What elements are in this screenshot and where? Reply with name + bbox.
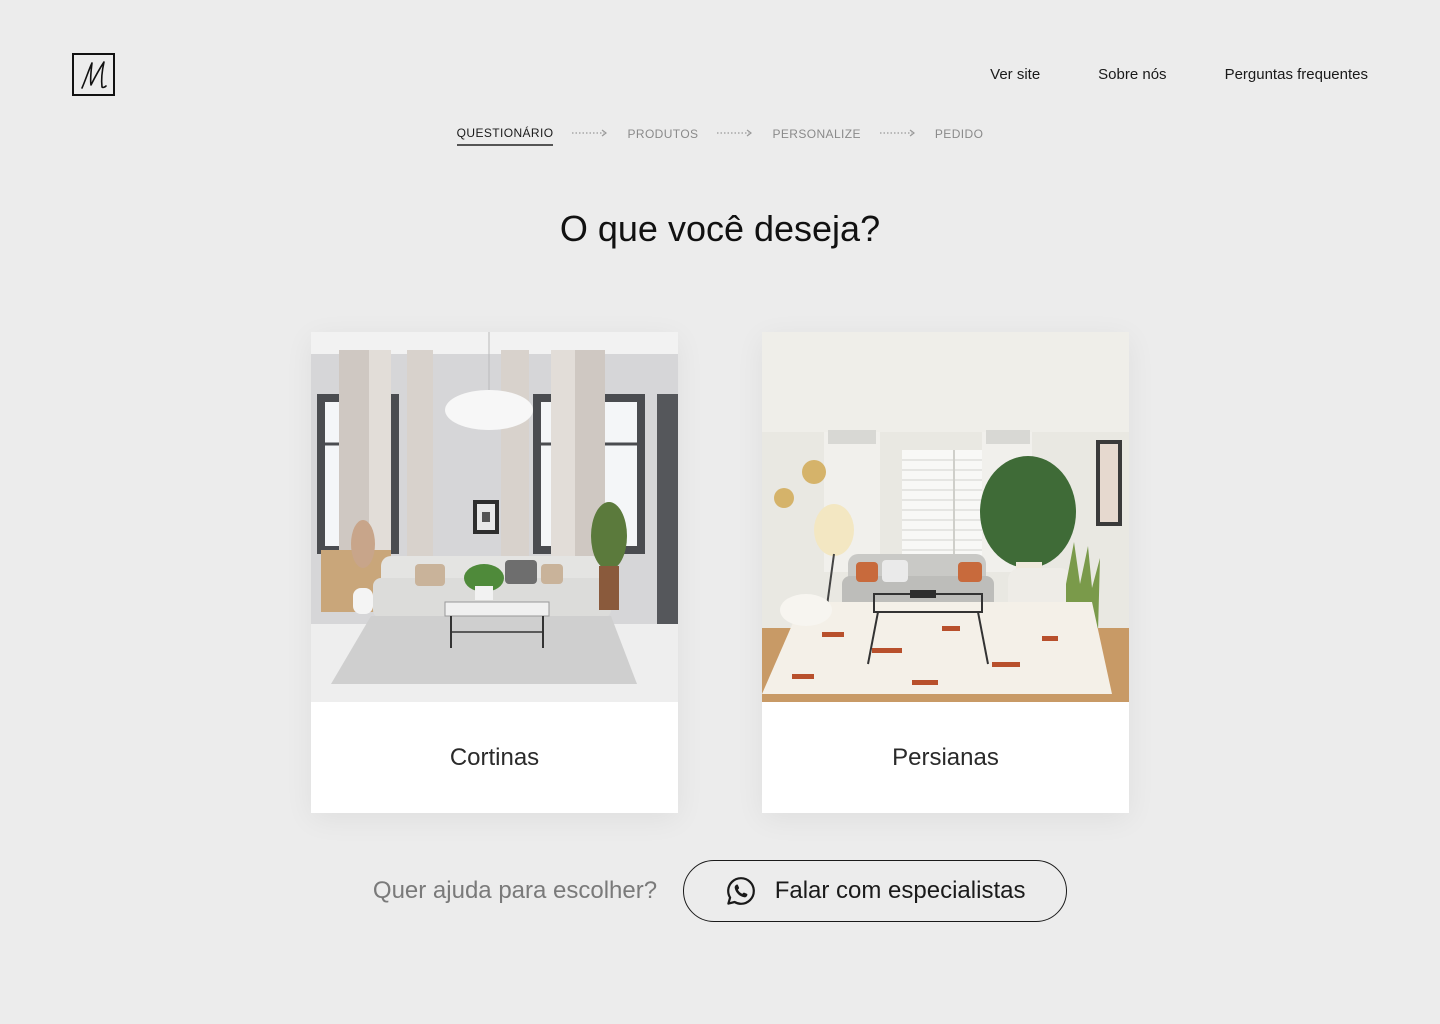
dotted-arrow-icon — [879, 129, 915, 137]
brand-logo[interactable] — [72, 53, 115, 96]
top-nav: Ver site Sobre nós Perguntas frequentes — [990, 66, 1368, 83]
help-row: Quer ajuda para escolher? Falar com espe… — [0, 860, 1440, 922]
logo-monogram-icon — [80, 60, 107, 89]
step-questionario[interactable]: QUESTIONÁRIO — [456, 126, 554, 146]
step-pedido[interactable]: PEDIDO — [935, 127, 983, 145]
nav-sobre-nos[interactable]: Sobre nós — [1098, 66, 1166, 83]
dotted-arrow-icon — [572, 129, 608, 137]
step-produtos[interactable]: PRODUTOS — [627, 127, 698, 145]
whatsapp-icon — [726, 877, 755, 905]
page-title: O que você deseja? — [559, 208, 881, 249]
talk-to-specialists-button[interactable]: Falar com especialistas — [683, 860, 1068, 922]
nav-ver-site[interactable]: Ver site — [990, 66, 1040, 83]
nav-perguntas-frequentes[interactable]: Perguntas frequentes — [1225, 66, 1368, 83]
dotted-arrow-icon — [717, 129, 753, 137]
living-room-curtains-image — [311, 332, 678, 702]
option-label-cortinas: Cortinas — [449, 743, 540, 771]
option-card-cortinas[interactable]: Cortinas — [311, 332, 678, 813]
living-room-blinds-image — [762, 332, 1129, 702]
progress-steps: QUESTIONÁRIO PRODUTOS PERSONALIZE PEDIDO — [0, 126, 1440, 146]
option-label-persianas: Persianas — [892, 743, 999, 771]
option-card-persianas[interactable]: Persianas — [762, 332, 1129, 813]
step-personalize[interactable]: PERSONALIZE — [772, 127, 860, 145]
talk-to-specialists-label: Falar com especialistas — [774, 877, 1026, 904]
help-question: Quer ajuda para escolher? — [372, 877, 658, 904]
